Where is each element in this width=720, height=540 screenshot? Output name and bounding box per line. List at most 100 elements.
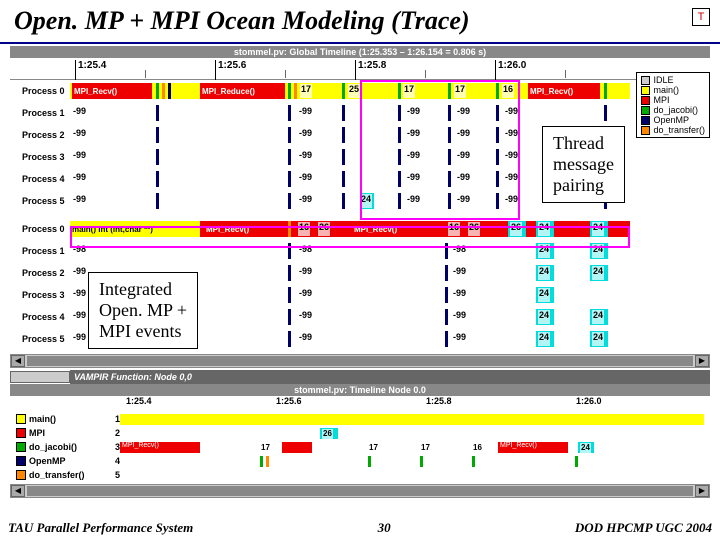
scrollbar-horizontal[interactable]: ◀ ▶ <box>10 484 710 498</box>
node-track[interactable] <box>120 414 704 425</box>
time-tick: 1:25.4 <box>75 60 106 80</box>
num-label: -99 <box>452 332 467 346</box>
scroll-thumb[interactable] <box>27 356 693 366</box>
stripe <box>448 193 451 209</box>
node-track[interactable] <box>120 456 704 467</box>
stripe <box>294 83 297 99</box>
node-track[interactable] <box>120 470 704 481</box>
num-label: 24 <box>538 288 550 302</box>
num-label: -99 <box>504 172 519 186</box>
num-label: -99 <box>406 128 421 142</box>
node-legend-num: 1 <box>106 414 120 424</box>
num-label: -99 <box>72 106 87 120</box>
stripe <box>288 83 291 99</box>
num-label: -99 <box>452 266 467 280</box>
stripe <box>342 83 345 99</box>
stripe <box>496 127 499 143</box>
scroll-left-button[interactable]: ◀ <box>11 485 25 497</box>
lane-label: Process 4 <box>10 312 70 322</box>
stripe <box>496 171 499 187</box>
num-label: 24 <box>538 244 550 258</box>
num-label: -99 <box>72 310 87 324</box>
stripe <box>368 456 371 467</box>
num-label: 26 <box>322 429 333 443</box>
num-label: 16 <box>502 84 514 98</box>
slide-title: Open. MP + MPI Ocean Modeling (Trace) <box>0 0 720 44</box>
stripe <box>448 171 451 187</box>
scroll-right-button[interactable]: ▶ <box>695 485 709 497</box>
num-label: -99 <box>456 172 471 186</box>
num-label: -99 <box>456 194 471 208</box>
num-label: 24 <box>592 266 604 280</box>
stripe <box>445 309 448 325</box>
scroll-right-button[interactable]: ▶ <box>695 355 709 367</box>
stripe <box>604 105 607 121</box>
callout-integrated: Integrated Open. MP + MPI events <box>88 272 198 349</box>
vampir-icon <box>10 371 70 383</box>
time-minor <box>425 70 426 78</box>
time-minor <box>285 70 286 78</box>
lane-label: Process 3 <box>10 152 70 162</box>
stripe <box>162 83 165 99</box>
footer-center: 30 <box>378 520 391 536</box>
time-tick: 1:25.8 <box>355 60 386 80</box>
num-label: 17 <box>420 443 431 457</box>
node-timeline-title: stommel.pv: Timeline Node 0.0 <box>10 384 710 396</box>
num-label: -99 <box>298 194 313 208</box>
lane-process-0: Process 0 MPI_Recv() MPI_Reduce() 17 25 … <box>10 80 710 102</box>
bar-mpi-recv: MPI_Recv() <box>204 221 284 237</box>
num-label: 16 <box>472 443 483 457</box>
stripe <box>575 456 578 467</box>
time-minor <box>145 70 146 78</box>
num-label: -99 <box>452 288 467 302</box>
scrollbar-horizontal[interactable]: ◀ ▶ <box>10 354 710 368</box>
node-tick: 1:25.6 <box>276 396 302 406</box>
node-swatch <box>16 428 26 438</box>
scroll-thumb[interactable] <box>27 486 693 496</box>
scroll-left-button[interactable]: ◀ <box>11 355 25 367</box>
num-label: 24 <box>580 443 591 457</box>
node-swatch <box>16 414 26 424</box>
bar-mpi-recv: MPI_Recv() <box>498 442 568 453</box>
stripe <box>398 83 401 99</box>
num-label: 16 <box>448 222 460 236</box>
num-label: -99 <box>504 128 519 142</box>
node-tick: 1:26.0 <box>576 396 602 406</box>
num-label: 17 <box>300 84 312 98</box>
num-label: -99 <box>406 172 421 186</box>
num-label: 24 <box>592 222 604 236</box>
num-label: 24 <box>360 194 372 208</box>
num-label: 26 <box>510 222 522 236</box>
stripe <box>288 309 291 325</box>
footer-right: DOD HPCMP UGC 2004 <box>575 520 712 536</box>
stripe <box>398 193 401 209</box>
num-label: -99 <box>456 150 471 164</box>
node-legend-num: 3 <box>106 442 120 452</box>
num-label: -99 <box>298 150 313 164</box>
stripe <box>342 127 345 143</box>
timeline-track[interactable]: MPI_Recv() MPI_Reduce() 17 25 17 17 16 M… <box>70 83 630 99</box>
node-track[interactable]: 26 <box>120 428 704 439</box>
node-legend-name: do_transfer() <box>26 470 106 480</box>
stripe <box>398 105 401 121</box>
node-tick: 1:25.4 <box>126 396 152 406</box>
node-track[interactable]: MPI_Recv()17171716MPI_Recv()24 <box>120 442 704 453</box>
num-label: -99 <box>504 150 519 164</box>
num-label: 24 <box>592 310 604 324</box>
num-label: 26 <box>468 222 480 236</box>
num-label: 17 <box>403 84 415 98</box>
global-timeline-title: stommel.pv: Global Timeline (1:25.353 – … <box>10 46 710 58</box>
stripe <box>445 287 448 303</box>
lane-label: Process 4 <box>10 174 70 184</box>
timeline-track[interactable]: -98-98-982424 <box>70 243 630 259</box>
trace-container: stommel.pv: Global Timeline (1:25.353 – … <box>10 46 710 498</box>
timeline-track[interactable]: main() int (int,char **) MPI_Recv() 16 2… <box>70 221 630 237</box>
stripe <box>445 265 448 281</box>
timeline-track[interactable]: -99-99-99-99-99 <box>70 105 630 121</box>
num-label: 17 <box>260 443 271 457</box>
stripe <box>448 149 451 165</box>
stripe <box>448 127 451 143</box>
num-label: -99 <box>298 288 313 302</box>
node-lane: do_transfer()5 <box>10 468 710 482</box>
stripe <box>398 171 401 187</box>
